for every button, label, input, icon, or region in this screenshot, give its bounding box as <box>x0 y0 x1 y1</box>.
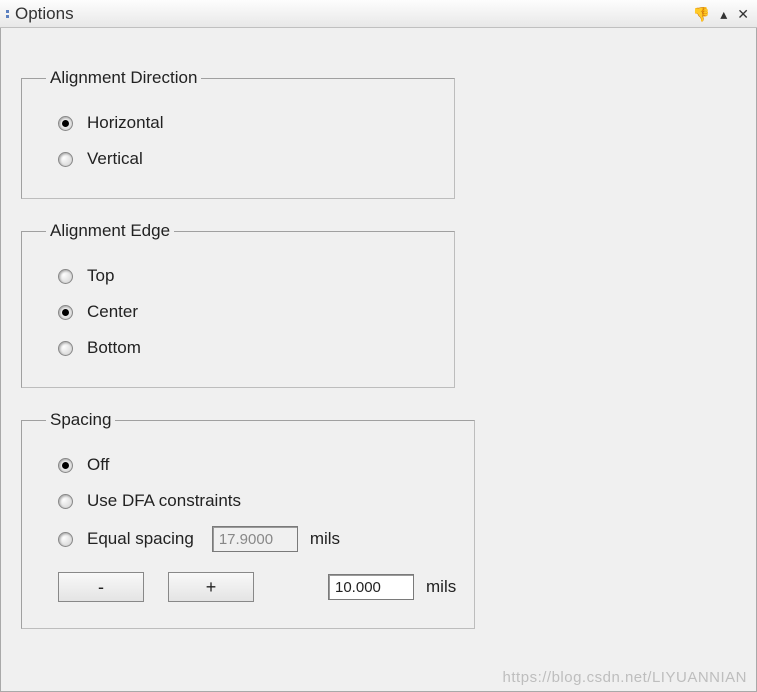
radio-row-dfa[interactable]: Use DFA constraints <box>58 486 456 516</box>
titlebar: Options 👎 ▴ ✕ <box>0 0 757 28</box>
legend-alignment-edge: Alignment Edge <box>46 221 174 241</box>
radio-dfa[interactable] <box>58 494 73 509</box>
radio-row-top[interactable]: Top <box>58 261 436 291</box>
radio-label-equal: Equal spacing <box>87 529 194 549</box>
radio-label-bottom: Bottom <box>87 338 141 358</box>
legend-alignment-direction: Alignment Direction <box>46 68 201 88</box>
radio-label-horizontal: Horizontal <box>87 113 164 133</box>
step-plus-button[interactable]: + <box>168 572 254 602</box>
radio-row-vertical[interactable]: Vertical <box>58 144 436 174</box>
radio-horizontal[interactable] <box>58 116 73 131</box>
radio-row-center[interactable]: Center <box>58 297 436 327</box>
radio-label-dfa: Use DFA constraints <box>87 491 241 511</box>
close-icon[interactable]: ✕ <box>737 7 749 21</box>
radio-row-off[interactable]: Off <box>58 450 456 480</box>
group-spacing: Spacing Off Use DFA constraints Equal sp… <box>21 410 475 629</box>
equal-spacing-unit: mils <box>310 529 340 549</box>
panel-body: Alignment Direction Horizontal Vertical … <box>0 28 757 692</box>
equal-spacing-input[interactable] <box>212 526 298 552</box>
group-alignment-direction: Alignment Direction Horizontal Vertical <box>21 68 455 199</box>
radio-off[interactable] <box>58 458 73 473</box>
spacing-step-row: - + mils <box>58 572 456 602</box>
radio-row-horizontal[interactable]: Horizontal <box>58 108 436 138</box>
radio-label-off: Off <box>87 455 109 475</box>
radio-vertical[interactable] <box>58 152 73 167</box>
legend-spacing: Spacing <box>46 410 115 430</box>
collapse-icon[interactable]: ▴ <box>720 7 727 21</box>
pin-icon[interactable]: 👎 <box>693 7 710 21</box>
radio-label-top: Top <box>87 266 114 286</box>
grip-icon[interactable] <box>6 10 9 18</box>
radio-row-equal[interactable]: Equal spacing mils <box>58 522 456 556</box>
step-minus-button[interactable]: - <box>58 572 144 602</box>
radio-row-bottom[interactable]: Bottom <box>58 333 436 363</box>
radio-bottom[interactable] <box>58 341 73 356</box>
group-alignment-edge: Alignment Edge Top Center Bottom <box>21 221 455 388</box>
radio-equal[interactable] <box>58 532 73 547</box>
radio-label-center: Center <box>87 302 138 322</box>
radio-top[interactable] <box>58 269 73 284</box>
titlebar-controls: 👎 ▴ ✕ <box>693 0 749 27</box>
step-value-unit: mils <box>426 577 456 597</box>
radio-center[interactable] <box>58 305 73 320</box>
panel-title: Options <box>15 4 74 24</box>
radio-label-vertical: Vertical <box>87 149 143 169</box>
step-value-input[interactable] <box>328 574 414 600</box>
